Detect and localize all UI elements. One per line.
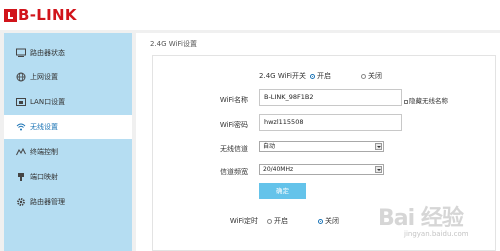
- bandwidth-select[interactable]: 20/40MHz: [259, 164, 384, 175]
- wifi-switch-on-label: 开启: [317, 72, 331, 80]
- section-title: 2.4G WiFi设置: [150, 40, 197, 48]
- save-button[interactable]: 确定: [259, 183, 306, 199]
- sidebar-item-label: 无线设置: [30, 123, 58, 131]
- top-bar: B-LINK: [0, 0, 500, 30]
- radio-unselected-icon: [267, 219, 272, 224]
- radio-unselected-icon: [361, 74, 366, 79]
- sidebar-item-label: 终端控制: [30, 148, 58, 156]
- sidebar-item-router-management[interactable]: 路由器管理: [4, 190, 132, 214]
- sidebar-item-port-mapping[interactable]: 端口映射: [4, 165, 132, 189]
- brand-logo: B-LINK: [4, 5, 77, 25]
- lan-icon: [16, 98, 26, 106]
- chart-icon: [16, 147, 26, 156]
- hide-ssid-label: 隐藏无线名称: [409, 97, 448, 105]
- gear-icon: [17, 198, 25, 206]
- wifi-switch-on-option[interactable]: 开启: [310, 71, 331, 81]
- bandwidth-label: 信道频宽: [220, 168, 248, 176]
- wifi-switch-label: 2.4G WiFi开关: [259, 72, 306, 80]
- watermark-url: jingyan.baidu.com: [404, 230, 469, 238]
- sidebar-item-label: 上网设置: [30, 73, 58, 81]
- channel-value: 自动: [263, 143, 276, 150]
- globe-icon: [16, 72, 26, 82]
- ssid-label: WiFi名称: [219, 96, 248, 104]
- watermark: Bai 经验: [378, 206, 464, 231]
- wifi-switch-off-label: 关闭: [368, 72, 382, 80]
- wifi-timer-label: WiFi定时: [229, 217, 258, 225]
- wifi-timer-off-option[interactable]: 关闭: [318, 216, 339, 226]
- radio-selected-icon: [318, 219, 323, 224]
- logo-text: B-LINK: [18, 6, 77, 24]
- sidebar-item-terminal-control[interactable]: 终端控制: [4, 140, 132, 164]
- port-icon: [18, 173, 24, 181]
- hide-ssid-option[interactable]: 隐藏无线名称: [404, 95, 448, 105]
- sidebar-item-internet[interactable]: 上网设置: [4, 65, 132, 89]
- sidebar-item-label: 端口映射: [30, 173, 58, 181]
- bandwidth-value: 20/40MHz: [263, 166, 294, 173]
- wifi-icon: [16, 123, 26, 131]
- sidebar: 路由器状态 上网设置 LAN口设置 无线设置 终端控制 端口映射 路由器管理: [4, 33, 132, 251]
- channel-label: 无线信道: [220, 145, 248, 153]
- wifi-switch-off-option[interactable]: 关闭: [361, 71, 382, 81]
- checkbox-icon: [404, 100, 408, 104]
- wifi-timer-off-label: 关闭: [325, 217, 339, 225]
- password-input[interactable]: hwzl115508: [259, 114, 402, 131]
- sidebar-item-label: LAN口设置: [30, 98, 66, 106]
- ssid-input[interactable]: B-LINK_98F1B2: [259, 89, 402, 106]
- sidebar-item-lan[interactable]: LAN口设置: [4, 90, 132, 114]
- sidebar-item-label: 路由器状态: [30, 49, 65, 57]
- channel-select[interactable]: 自动: [259, 141, 384, 152]
- wifi-timer-on-option[interactable]: 开启: [267, 216, 288, 226]
- logo-mark-icon: [4, 8, 17, 22]
- radio-selected-icon: [310, 74, 315, 79]
- wifi-timer-on-label: 开启: [274, 217, 288, 225]
- sidebar-item-router-status[interactable]: 路由器状态: [4, 41, 132, 65]
- password-label: WiFi密码: [219, 121, 248, 129]
- monitor-icon: [16, 48, 26, 57]
- sidebar-item-wireless[interactable]: 无线设置: [4, 115, 132, 139]
- sidebar-item-label: 路由器管理: [30, 198, 65, 206]
- chevron-down-icon: [375, 166, 382, 173]
- chevron-down-icon: [375, 143, 382, 150]
